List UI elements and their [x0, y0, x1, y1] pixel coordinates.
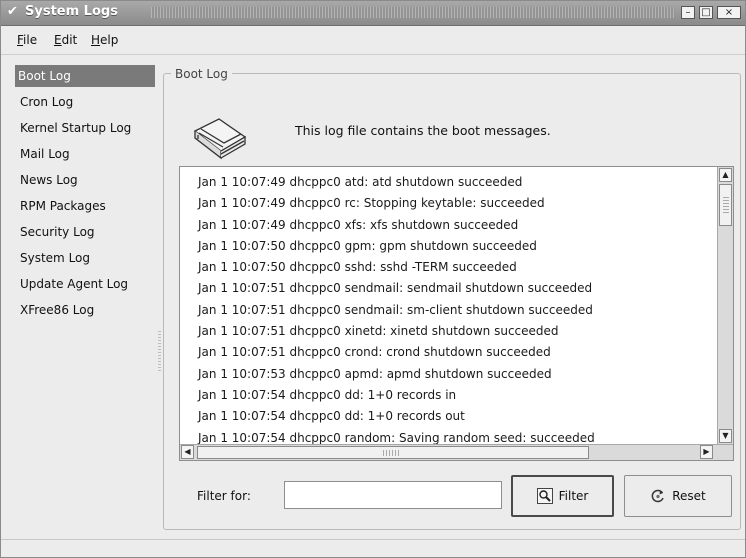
menu-help-rest: elp	[100, 33, 119, 47]
filter-input[interactable]	[284, 481, 502, 509]
frame-title: Boot Log	[171, 67, 232, 81]
log-line: Jan 1 10:07:49 dhcppc0 rc: Stopping keyt…	[198, 196, 545, 211]
horizontal-thumb-grip	[383, 450, 401, 456]
menu-help-mnemonic: H	[91, 33, 101, 47]
log-line: Jan 1 10:07:51 dhcppc0 sendmail: sendmai…	[198, 281, 593, 296]
log-line: Jan 1 10:07:51 dhcppc0 xinetd: xinetd sh…	[198, 324, 559, 339]
menu-edit-rest: dit	[61, 33, 78, 47]
log-line: Jan 1 10:07:50 dhcppc0 sshd: sshd -TERM …	[198, 260, 517, 275]
sidebar-item-news-log[interactable]: News Log	[17, 169, 155, 191]
log-line: Jan 1 10:07:53 dhcppc0 apmd: apmd shutdo…	[198, 366, 552, 381]
book-icon	[193, 118, 247, 160]
pane-splitter[interactable]	[158, 61, 162, 539]
scroll-up-arrow-icon[interactable]: ▲	[719, 168, 732, 182]
scroll-right-arrow-icon[interactable]: ▶	[700, 445, 713, 459]
log-lines: Jan 1 10:07:49 dhcppc0 atd: atd shutdown…	[198, 172, 708, 449]
menu-bar: File Edit Help	[1, 26, 745, 55]
minimize-button[interactable]: –	[681, 6, 695, 19]
log-description: This log file contains the boot messages…	[295, 123, 551, 138]
splitter-grip[interactable]	[158, 331, 161, 371]
log-line: Jan 1 10:07:50 dhcppc0 gpm: gpm shutdown…	[198, 238, 537, 253]
title-bar-texture	[151, 7, 675, 18]
sidebar-item-cron-log[interactable]: Cron Log	[17, 91, 155, 113]
scroll-left-arrow-icon[interactable]: ◀	[181, 445, 194, 459]
log-line: Jan 1 10:07:49 dhcppc0 atd: atd shutdown…	[198, 175, 523, 189]
menu-file[interactable]: File	[17, 33, 37, 47]
sidebar-item-xfree86-log[interactable]: XFree86 Log	[17, 299, 155, 321]
reset-button[interactable]: Reset	[624, 475, 732, 517]
reset-icon	[651, 489, 664, 503]
log-line: Jan 1 10:07:54 dhcppc0 dd: 1+0 records i…	[198, 387, 457, 402]
menu-edit[interactable]: Edit	[54, 33, 77, 47]
close-button[interactable]: ×	[717, 6, 741, 19]
menu-help[interactable]: Help	[91, 33, 118, 47]
log-line: Jan 1 10:07:49 dhcppc0 xfs: xfs shutdown…	[198, 217, 519, 232]
horizontal-scrollbar[interactable]: ◀ ▶	[180, 444, 733, 460]
menu-file-rest: ile	[23, 33, 38, 47]
sidebar-item-mail-log[interactable]: Mail Log	[17, 143, 155, 165]
filter-button[interactable]: Filter	[511, 475, 614, 517]
maximize-button[interactable]: □	[699, 6, 713, 19]
sidebar-item-rpm-packages[interactable]: RPM Packages	[17, 195, 155, 217]
scroll-down-arrow-icon[interactable]: ▼	[719, 429, 732, 443]
title-bar[interactable]: ✔ System Logs – □ ×	[1, 1, 745, 26]
filter-label: Filter for:	[197, 489, 251, 503]
status-bar	[1, 539, 745, 557]
log-text-view[interactable]: Jan 1 10:07:49 dhcppc0 atd: atd shutdown…	[179, 166, 734, 461]
window-title: System Logs	[25, 4, 118, 19]
magnifier-icon	[536, 488, 553, 504]
filter-button-label: Filter	[558, 489, 589, 503]
menu-edit-mnemonic: E	[54, 33, 62, 47]
horizontal-scroll-thumb[interactable]	[197, 446, 589, 459]
sidebar-item-security-log[interactable]: Security Log	[17, 221, 155, 243]
reset-button-label: Reset	[672, 489, 706, 503]
window-menu-chevron-icon[interactable]: ✔	[7, 5, 21, 19]
vertical-thumb-grip	[723, 197, 729, 213]
sidebar-item-system-log[interactable]: System Log	[17, 247, 155, 269]
log-line: Jan 1 10:07:54 dhcppc0 dd: 1+0 records o…	[198, 409, 465, 424]
system-logs-window: ✔ System Logs – □ × File Edit Help Boot …	[0, 0, 746, 558]
sidebar-item-boot-log[interactable]: Boot Log	[15, 65, 155, 87]
sidebar-item-update-agent-log[interactable]: Update Agent Log	[17, 273, 155, 295]
sidebar-item-kernel-startup-log[interactable]: Kernel Startup Log	[17, 117, 155, 139]
vertical-scroll-thumb[interactable]	[719, 184, 732, 226]
vertical-scrollbar[interactable]: ▲ ▼	[717, 167, 733, 444]
log-list-sidebar: Boot Log Cron Log Kernel Startup Log Mai…	[1, 61, 159, 539]
log-line: Jan 1 10:07:51 dhcppc0 sendmail: sm-clie…	[198, 302, 593, 317]
log-line: Jan 1 10:07:51 dhcppc0 crond: crond shut…	[198, 345, 551, 360]
